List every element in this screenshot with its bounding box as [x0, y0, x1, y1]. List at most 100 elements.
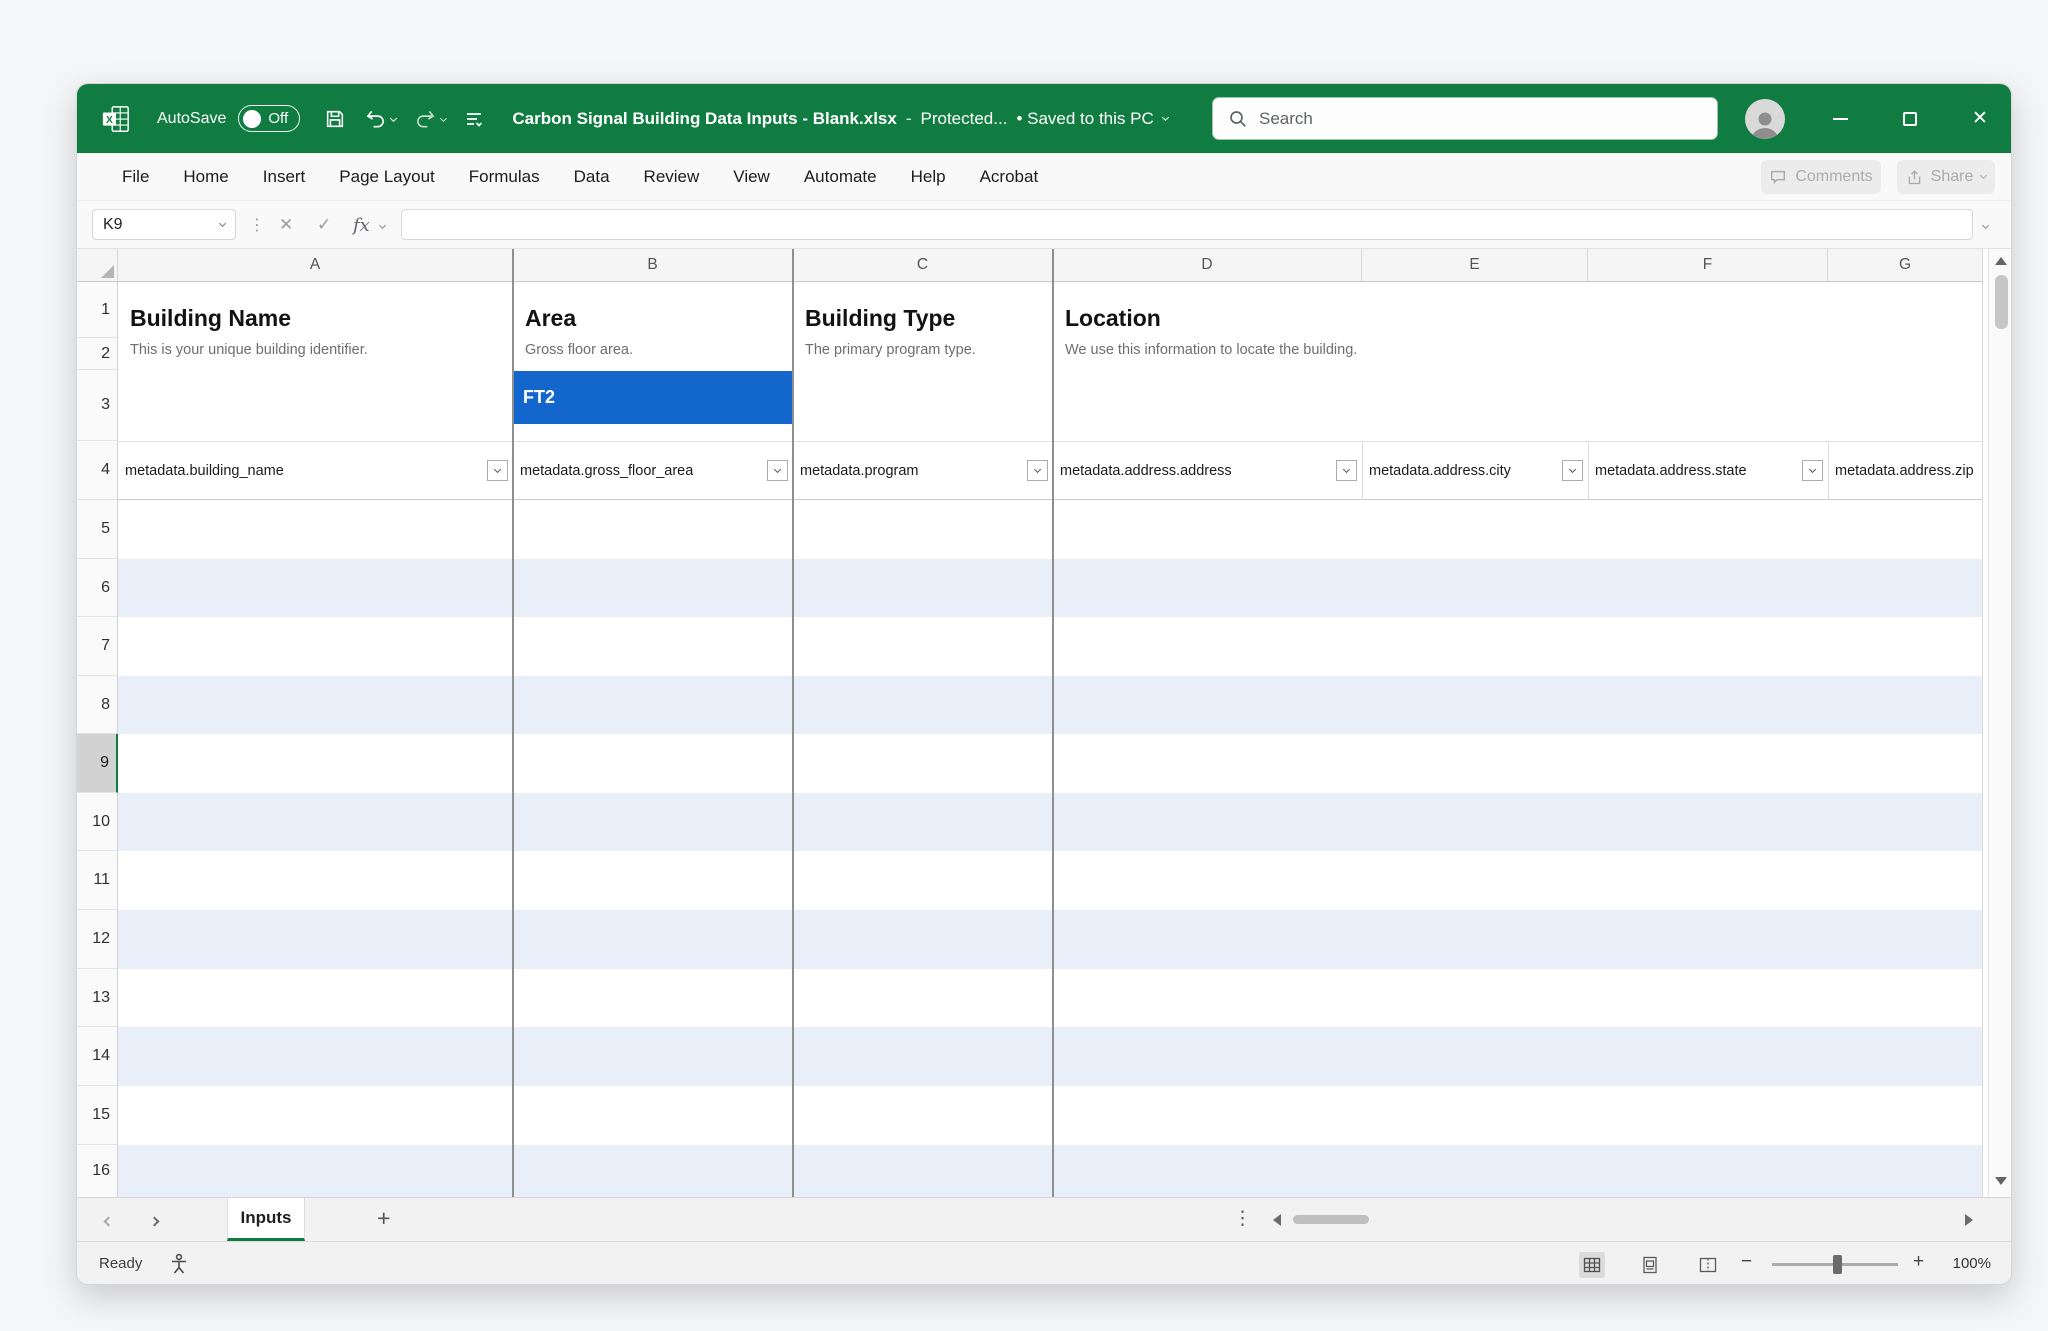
hscroll-right-arrow-icon[interactable]: [1965, 1214, 1973, 1226]
grid-row-15[interactable]: [118, 1086, 1982, 1145]
cell-E4[interactable]: metadata.address.city: [1362, 441, 1588, 500]
grid-row-14[interactable]: [118, 1027, 1982, 1086]
cell-F4-dropdown-button[interactable]: [1802, 460, 1823, 481]
cell-D2[interactable]: We use this information to locate the bu…: [1065, 342, 1357, 358]
undo-dropdown-chevron-icon[interactable]: [390, 115, 397, 122]
sheet-tab-inputs[interactable]: Inputs: [227, 1198, 305, 1241]
menu-file[interactable]: File: [105, 167, 166, 187]
cell-B3-unit[interactable]: FT2: [514, 371, 792, 424]
vertical-scrollbar[interactable]: [1988, 249, 2012, 1197]
select-all-corner[interactable]: [77, 249, 118, 281]
hscroll-left-arrow-icon[interactable]: [1273, 1214, 1281, 1226]
confirm-entry-button[interactable]: ✓: [317, 201, 331, 249]
row-header-16[interactable]: 16: [77, 1145, 118, 1197]
page-layout-view-button[interactable]: [1637, 1252, 1663, 1278]
column-header-C[interactable]: C: [793, 249, 1053, 281]
saved-location-label[interactable]: • Saved to this PC: [1016, 109, 1153, 129]
grid-row-12[interactable]: [118, 910, 1982, 969]
search-bar[interactable]: [1212, 97, 1718, 140]
share-button[interactable]: Share: [1897, 160, 1995, 194]
zoom-in-button[interactable]: +: [1913, 1251, 1924, 1273]
cell-A2[interactable]: This is your unique building identifier.: [130, 342, 368, 358]
cell-A1[interactable]: Building Name: [130, 305, 291, 332]
column-header-D[interactable]: D: [1053, 249, 1362, 281]
sheet-nav-left-button[interactable]: [105, 1212, 112, 1230]
cell-C4[interactable]: metadata.program: [793, 441, 1053, 500]
cell-C2[interactable]: The primary program type.: [805, 342, 976, 358]
grid-row-5[interactable]: [118, 500, 1982, 559]
row-header-3[interactable]: 3: [77, 370, 118, 441]
column-header-G[interactable]: G: [1828, 249, 1982, 281]
cell-B2[interactable]: Gross floor area.: [525, 342, 633, 358]
menu-data[interactable]: Data: [557, 167, 627, 187]
minimize-button[interactable]: [1817, 84, 1863, 153]
row-header-12[interactable]: 12: [77, 910, 118, 969]
normal-view-button[interactable]: [1579, 1252, 1605, 1278]
autosave-toggle[interactable]: Off: [238, 105, 300, 132]
row-header-15[interactable]: 15: [77, 1086, 118, 1145]
row-header-7[interactable]: 7: [77, 617, 118, 676]
grid-row-13[interactable]: [118, 969, 1982, 1027]
row-header-6[interactable]: 6: [77, 559, 118, 617]
cell-C4-dropdown-button[interactable]: [1027, 460, 1048, 481]
name-box[interactable]: K9: [92, 209, 236, 240]
cell-E4-dropdown-button[interactable]: [1562, 460, 1583, 481]
cell-G4[interactable]: metadata.address.zip: [1828, 441, 1982, 500]
row-header-5[interactable]: 5: [77, 500, 118, 559]
menu-automate[interactable]: Automate: [787, 167, 894, 187]
menu-page-layout[interactable]: Page Layout: [322, 167, 451, 187]
zoom-out-button[interactable]: −: [1741, 1251, 1752, 1273]
column-header-E[interactable]: E: [1362, 249, 1588, 281]
column-header-F[interactable]: F: [1588, 249, 1828, 281]
horizontal-scrollbar-thumb[interactable]: [1293, 1215, 1369, 1224]
comments-button[interactable]: Comments: [1761, 160, 1881, 194]
cell-B4-dropdown-button[interactable]: [767, 460, 788, 481]
sheet-options-kebab-icon[interactable]: ⋮: [1233, 1207, 1252, 1230]
cell-D1[interactable]: Location: [1065, 305, 1161, 332]
add-sheet-button[interactable]: +: [377, 1205, 390, 1232]
row-header-11[interactable]: 11: [77, 851, 118, 910]
row-header-4[interactable]: 4: [77, 441, 118, 500]
customize-toolbar-button[interactable]: [464, 109, 484, 129]
cell-B1[interactable]: Area: [525, 305, 576, 332]
fx-chevron-down-icon[interactable]: [380, 201, 385, 249]
insert-function-button[interactable]: fx: [353, 201, 370, 249]
close-button[interactable]: ✕: [1957, 84, 2003, 153]
zoom-slider-thumb[interactable]: [1833, 1255, 1842, 1274]
zoom-level[interactable]: 100%: [1939, 1255, 1991, 1272]
menu-view[interactable]: View: [716, 167, 787, 187]
grid-row-11[interactable]: [118, 851, 1982, 910]
sheet-nav-right-button[interactable]: [151, 1212, 158, 1230]
undo-button[interactable]: [364, 108, 396, 130]
excel-app-icon[interactable]: X: [101, 104, 131, 134]
scroll-down-arrow-icon[interactable]: [1995, 1177, 2007, 1185]
formula-bar-expand-chevron-icon[interactable]: [1983, 201, 1988, 249]
grid-row-7[interactable]: [118, 617, 1982, 676]
grid-row-6[interactable]: [118, 559, 1982, 617]
cell-D4-dropdown-button[interactable]: [1336, 460, 1357, 481]
cell-F4[interactable]: metadata.address.state: [1588, 441, 1828, 500]
grid-row-8[interactable]: [118, 676, 1982, 734]
menu-formulas[interactable]: Formulas: [452, 167, 557, 187]
menu-help[interactable]: Help: [894, 167, 963, 187]
grid-row-9[interactable]: [118, 734, 1982, 793]
cancel-entry-button[interactable]: ✕: [279, 201, 293, 249]
menu-review[interactable]: Review: [627, 167, 717, 187]
row-header-1[interactable]: 1: [77, 282, 118, 338]
menu-insert[interactable]: Insert: [246, 167, 323, 187]
title-chevron-down-icon[interactable]: [1162, 113, 1169, 120]
menu-home[interactable]: Home: [166, 167, 245, 187]
cell-A4[interactable]: metadata.building_name: [118, 441, 513, 500]
row-header-13[interactable]: 13: [77, 969, 118, 1027]
row-header-14[interactable]: 14: [77, 1027, 118, 1086]
row-header-8[interactable]: 8: [77, 676, 118, 734]
redo-button[interactable]: [414, 108, 446, 130]
redo-dropdown-chevron-icon[interactable]: [440, 115, 447, 122]
user-avatar[interactable]: [1745, 99, 1785, 139]
cell-C1[interactable]: Building Type: [805, 305, 955, 332]
maximize-button[interactable]: [1887, 84, 1933, 153]
row-header-9-selected[interactable]: 9: [77, 734, 118, 793]
row-header-10[interactable]: 10: [77, 793, 118, 851]
page-break-view-button[interactable]: [1695, 1252, 1721, 1278]
search-input[interactable]: [1259, 109, 1679, 129]
